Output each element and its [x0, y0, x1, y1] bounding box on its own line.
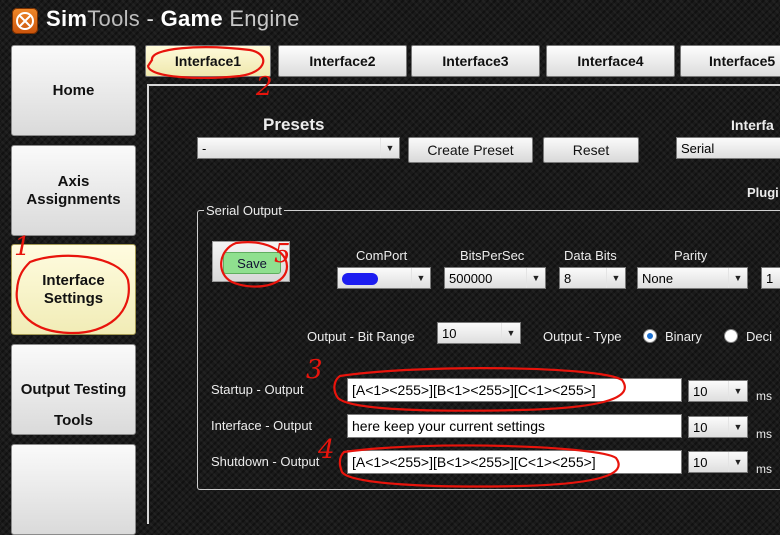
chevron-down-icon: ▼ [380, 138, 399, 158]
chevron-down-icon: ▼ [606, 268, 625, 288]
tab-interface2[interactable]: Interface2 [278, 45, 407, 77]
bitrange-select[interactable]: 10 ▼ [437, 322, 521, 344]
bitspersec-label: BitsPerSec [460, 248, 525, 263]
chevron-down-icon: ▼ [501, 323, 520, 343]
shutdown-output-input[interactable]: [A<1><255>][B<1><255>][C<1><255>] [347, 450, 682, 474]
chevron-down-icon: ▼ [728, 381, 747, 401]
shutdown-output-label: Shutdown - Output [211, 454, 320, 469]
reset-button[interactable]: Reset [543, 137, 639, 163]
interface-ms-select[interactable]: 10 ▼ [688, 416, 748, 438]
tab-interface1[interactable]: Interface1 [145, 45, 271, 77]
interface-ms-unit: ms [756, 427, 772, 441]
output-type-label: Output - Type [543, 329, 622, 344]
presets-select[interactable]: - ▼ [197, 137, 400, 159]
stopbits-select[interactable]: 1 [761, 267, 780, 289]
radio-decimal-label: Deci [746, 329, 773, 344]
tab-interface4[interactable]: Interface4 [546, 45, 675, 77]
chevron-down-icon: ▼ [728, 417, 747, 437]
interface-heading: Interfa [731, 117, 774, 133]
serial-output-legend: Serial Output [204, 203, 284, 218]
save-label: Save [223, 252, 281, 274]
bitspersec-select[interactable]: 500000 ▼ [444, 267, 546, 289]
sidebar-item-home[interactable]: Home [11, 45, 136, 136]
startup-output-input[interactable]: [A<1><255>][B<1><255>][C<1><255>] [347, 378, 682, 402]
interface-output-input[interactable]: here keep your current settings [347, 414, 682, 438]
sidebar-item-tools[interactable]: Tools [11, 412, 136, 535]
sidebar-item-axis-assignments[interactable]: Axis Assignments [11, 145, 136, 236]
parity-select[interactable]: None ▼ [637, 267, 748, 289]
tab-interface3[interactable]: Interface3 [411, 45, 540, 77]
comport-label: ComPort [356, 248, 408, 263]
chevron-down-icon: ▼ [526, 268, 545, 288]
radio-decimal[interactable] [724, 329, 738, 343]
create-preset-button[interactable]: Create Preset [408, 137, 533, 163]
save-button[interactable]: Save [212, 241, 290, 282]
radio-binary-label: Binary [665, 329, 702, 344]
databits-select[interactable]: 8 ▼ [559, 267, 626, 289]
startup-ms-select[interactable]: 10 ▼ [688, 380, 748, 402]
startup-output-label: Startup - Output [211, 382, 304, 397]
plugin-label: Plugi [747, 185, 779, 200]
presets-heading: Presets [263, 115, 325, 134]
radio-binary[interactable] [643, 329, 657, 343]
shutdown-ms-select[interactable]: 10 ▼ [688, 451, 748, 473]
parity-label: Parity [674, 248, 708, 263]
sidebar-item-interface-settings[interactable]: Interface Settings [11, 244, 136, 335]
redacted-comport [342, 273, 378, 286]
chevron-down-icon: ▼ [728, 268, 747, 288]
databits-label: Data Bits [564, 248, 617, 263]
chevron-down-icon: ▼ [411, 268, 430, 288]
comport-select[interactable]: ▼ [337, 267, 431, 289]
bitrange-label: Output - Bit Range [307, 329, 415, 344]
interface-output-label: Interface - Output [211, 418, 313, 433]
app-logo-icon [12, 8, 38, 34]
tab-interface5[interactable]: Interface5 [680, 45, 780, 77]
shutdown-ms-unit: ms [756, 462, 772, 476]
chevron-down-icon: ▼ [728, 452, 747, 472]
startup-ms-unit: ms [756, 389, 772, 403]
interface-type-select[interactable]: Serial [676, 137, 780, 159]
app-title: SimTools - Game Engine [46, 6, 300, 31]
